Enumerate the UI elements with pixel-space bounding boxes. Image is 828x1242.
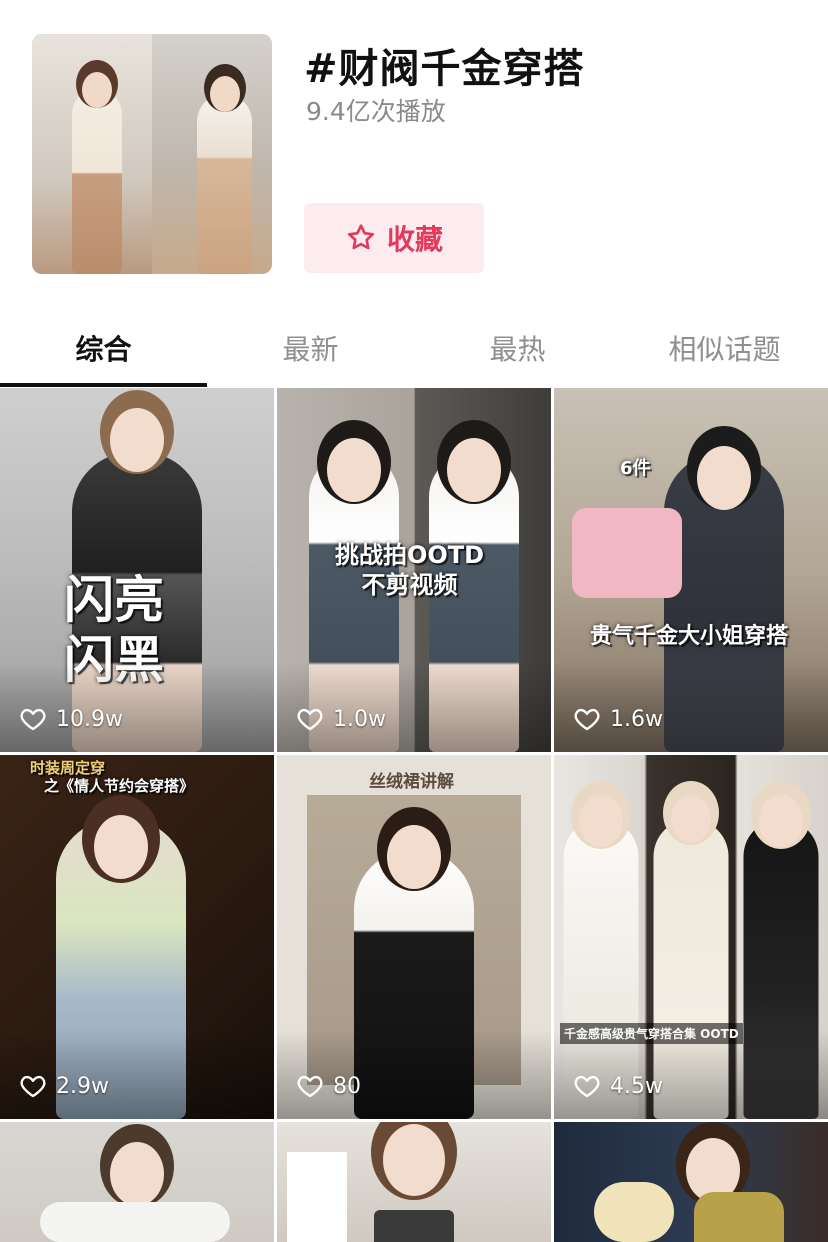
video-like-count: 4.5w: [574, 1071, 663, 1101]
star-outline-icon: [347, 224, 375, 250]
video-card[interactable]: 闪亮 闪黑 10.9w: [0, 388, 274, 752]
topic-tabs: 综合 最新 最热 相似话题: [0, 310, 828, 387]
tab-hottest[interactable]: 最热: [414, 328, 621, 368]
video-card[interactable]: 时装周定穿 之《情人节约会穿搭》 2.9w: [0, 755, 274, 1119]
video-like-count: 1.0w: [297, 704, 386, 734]
video-card[interactable]: 千金感高级贵气穿搭合集 OOTD 4.5w: [554, 755, 828, 1119]
favorite-button-label: 收藏: [386, 223, 443, 256]
heart-outline-icon: [297, 708, 323, 731]
heart-outline-icon: [574, 708, 600, 731]
tab-comprehensive[interactable]: 综合: [0, 328, 207, 368]
heart-outline-icon: [20, 1075, 46, 1098]
favorite-button[interactable]: 收藏: [304, 203, 484, 273]
topic-title: #财阀千金穿搭: [304, 46, 585, 92]
topic-header: #财阀千金穿搭 9.4亿次播放 收藏: [0, 0, 828, 300]
video-like-count: 10.9w: [20, 704, 123, 734]
video-card[interactable]: [0, 1122, 274, 1242]
video-like-count: 80: [297, 1071, 361, 1101]
video-like-count: 1.6w: [574, 704, 663, 734]
video-card[interactable]: 挑战拍OOTD 不剪视频 1.0w: [277, 388, 551, 752]
topic-play-count: 9.4亿次播放: [306, 97, 446, 126]
tab-latest[interactable]: 最新: [207, 328, 414, 368]
video-card[interactable]: [554, 1122, 828, 1242]
heart-outline-icon: [574, 1075, 600, 1098]
heart-outline-icon: [297, 1075, 323, 1098]
tab-similar-topics[interactable]: 相似话题: [621, 328, 828, 368]
video-card[interactable]: 6件 贵气千金大小姐穿搭 1.6w: [554, 388, 828, 752]
active-tab-indicator: [0, 383, 207, 387]
video-like-count: 2.9w: [20, 1071, 109, 1101]
video-card[interactable]: [277, 1122, 551, 1242]
video-card[interactable]: 丝绒裙讲解 80: [277, 755, 551, 1119]
topic-cover-image: [32, 34, 272, 274]
heart-outline-icon: [20, 708, 46, 731]
